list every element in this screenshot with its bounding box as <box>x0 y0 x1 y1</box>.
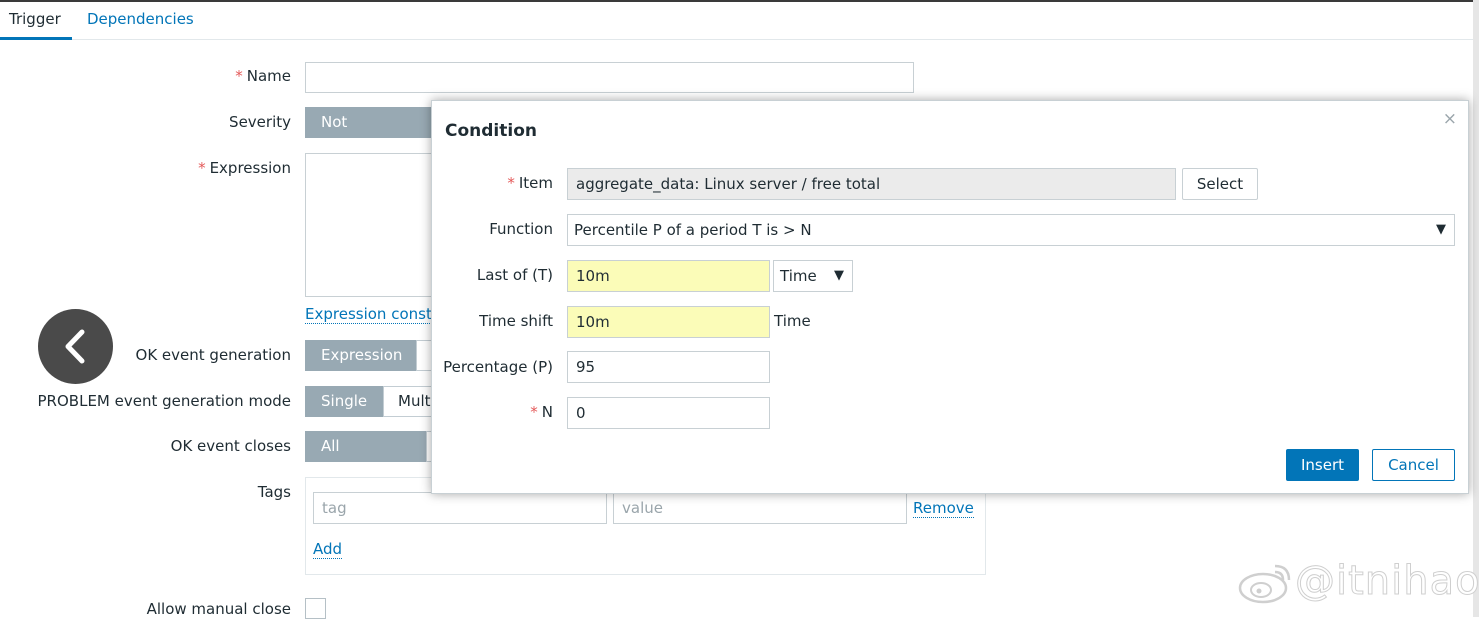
tag-input[interactable]: tag <box>313 492 607 524</box>
problem-mode-single[interactable]: Single <box>305 386 383 417</box>
item-field: aggregate_data: Linux server / free tota… <box>567 168 1176 200</box>
tab-trigger[interactable]: Trigger <box>9 10 61 28</box>
condition-dialog: Condition × * Item aggregate_data: Linux … <box>431 100 1469 494</box>
expression-constructor-link[interactable]: Expression constr <box>305 305 438 324</box>
name-label: * Name <box>235 67 291 85</box>
chevron-left-icon <box>65 329 85 364</box>
last-of-unit-select[interactable]: Time ▼ <box>773 260 853 292</box>
item-label: * Item <box>507 174 553 192</box>
percentage-label: Percentage (P) <box>443 358 553 376</box>
tab-dependencies[interactable]: Dependencies <box>87 10 194 28</box>
n-input[interactable]: 0 <box>567 397 770 429</box>
ok-event-generation-expression[interactable]: Expression <box>305 340 416 371</box>
watermark-text: @itnihao <box>1295 558 1479 605</box>
name-input[interactable] <box>305 62 914 93</box>
insert-button[interactable]: Insert <box>1286 449 1359 481</box>
dialog-title: Condition <box>445 121 537 141</box>
n-label: * N <box>530 403 553 421</box>
ok-event-generation-label: OK event generation <box>135 346 291 364</box>
allow-manual-close-label: Allow manual close <box>146 600 291 618</box>
weibo-logo-icon <box>1238 564 1291 604</box>
ok-event-closes-label: OK event closes <box>170 437 291 455</box>
last-of-input[interactable]: 10m <box>567 260 770 292</box>
tag-placeholder: tag <box>322 499 347 517</box>
percentage-input[interactable]: 95 <box>567 351 770 383</box>
severity-label: Severity <box>229 113 291 131</box>
time-shift-input[interactable]: 10m <box>567 306 770 338</box>
function-selected-value: Percentile P of a period T is > N <box>574 221 812 239</box>
chevron-down-icon: ▼ <box>1436 222 1446 237</box>
severity-not-classified[interactable]: Not classified <box>305 107 435 160</box>
tab-bar: Trigger Dependencies <box>0 2 1473 40</box>
right-edge <box>1473 0 1479 617</box>
tag-value-input[interactable]: value <box>613 492 907 524</box>
tags-label: Tags <box>257 483 291 501</box>
value-placeholder: value <box>622 499 663 517</box>
problem-mode-multiple[interactable]: Mult <box>383 386 435 417</box>
active-tab-indicator <box>0 37 72 40</box>
select-button[interactable]: Select <box>1182 168 1258 200</box>
function-select[interactable]: Percentile P of a period T is > N ▼ <box>567 214 1455 246</box>
remove-tag-link[interactable]: Remove <box>913 499 974 518</box>
time-shift-label: Time shift <box>479 312 553 330</box>
watermark: @itnihao <box>1237 558 1479 608</box>
cancel-button[interactable]: Cancel <box>1372 449 1455 481</box>
chevron-down-icon: ▼ <box>834 268 844 283</box>
ok-event-closes-all-problems[interactable]: All problems <box>305 431 426 484</box>
problem-mode-label: PROBLEM event generation mode <box>37 392 291 410</box>
expression-label: * Expression <box>198 159 291 177</box>
allow-manual-close-checkbox[interactable] <box>305 598 326 619</box>
expression-textarea[interactable] <box>305 153 435 297</box>
close-icon[interactable]: × <box>1443 109 1457 129</box>
function-label: Function <box>489 220 553 238</box>
add-tag-link[interactable]: Add <box>313 540 343 559</box>
time-shift-unit: Time <box>774 312 811 330</box>
back-button[interactable] <box>38 309 113 384</box>
last-of-unit-value: Time <box>780 267 817 285</box>
last-of-label: Last of (T) <box>476 266 553 284</box>
